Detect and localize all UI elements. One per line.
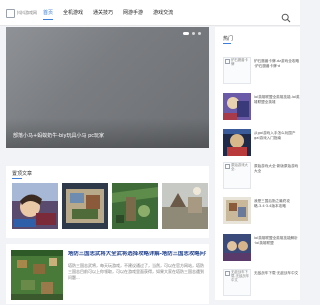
article-title[interactable]: 塔防三国志武将大全武将选择攻略详解-塔防三国志攻略问答 bbox=[68, 251, 206, 258]
hot-sidebar: 热门 炉石魔兽卡牌 炉石魔兽卡牌-dz游戏全攻略·炉石魔兽卡牌·d lol英雄联… bbox=[215, 27, 300, 300]
broken-image-icon bbox=[225, 59, 230, 64]
game-art-image bbox=[162, 183, 208, 229]
sidebar-item[interactable]: lol英雄联盟全英雄技能解析·lol英雄联盟 bbox=[223, 234, 301, 270]
carousel-dot-3[interactable] bbox=[198, 32, 201, 35]
sidebar-heading: 热门 bbox=[223, 36, 234, 44]
sidebar-item-title[interactable]: lol英雄联盟全英雄技能解析·lol英雄联盟 bbox=[254, 236, 300, 247]
sidebar-item-image[interactable]: 炉石魔兽卡牌 bbox=[223, 57, 251, 84]
recommended-thumb-1[interactable] bbox=[12, 183, 58, 229]
sidebar-item[interactable]: 原始游戏大全- 原始游戏大全·新版原始游戏大全 bbox=[223, 162, 301, 198]
sidebar-item-image[interactable] bbox=[223, 234, 251, 261]
recommended-thumb-4[interactable] bbox=[162, 183, 208, 229]
site-logo-text: 抖抖游戏网 bbox=[17, 10, 37, 15]
broken-image-icon bbox=[6, 8, 15, 18]
sidebar-item-image[interactable] bbox=[223, 197, 251, 224]
carousel-dot-1[interactable] bbox=[183, 32, 189, 35]
sidebar-item-title[interactable]: lol英雄联盟全英雄技能-lol英雄联盟全英雄 bbox=[254, 95, 300, 106]
sidebar-item-title[interactable]: 无敌战车下载·无敌战车中文 bbox=[254, 271, 300, 276]
sidebar-item-image[interactable] bbox=[223, 93, 251, 120]
broken-image-icon bbox=[225, 164, 230, 169]
image-alt-text: 无敌战车下载-无敌战车中文 bbox=[231, 270, 250, 282]
image-alt-text: 炉石魔兽卡牌 bbox=[231, 58, 248, 66]
carousel-dot-2[interactable] bbox=[192, 32, 195, 35]
game-art-image bbox=[223, 93, 251, 120]
sidebar-item-image[interactable]: 无敌战车下载-无敌战车中文 bbox=[223, 269, 251, 296]
sidebar-item-title[interactable]: 原始游戏大全·新版原始游戏大全 bbox=[254, 164, 300, 175]
top-navigation-bar: 抖抖游戏网 首页 全机游戏 通关技巧 网游手游 游戏交流 bbox=[0, 0, 300, 26]
article-card[interactable]: 塔防三国志武将大全武将选择攻略详解-塔防三国志攻略问答 塔防三国志武将，每天玩游… bbox=[6, 244, 209, 304]
search-button[interactable] bbox=[281, 8, 291, 23]
sidebar-item-title[interactable]: 炉石魔兽卡牌-dz游戏全攻略·炉石魔兽卡牌·d bbox=[254, 59, 300, 70]
game-art-image bbox=[223, 234, 251, 261]
carousel-indicators bbox=[183, 32, 201, 35]
sidebar-item-title[interactable]: 从gal游戏入手怎么玩国产gal游戏入门指南 bbox=[254, 131, 300, 142]
search-icon bbox=[281, 13, 291, 23]
site-logo[interactable]: 抖抖游戏网 bbox=[6, 7, 37, 19]
nav-item-game-talk[interactable]: 游戏交流 bbox=[148, 0, 178, 26]
recommended-thumbnails bbox=[12, 183, 208, 229]
article-summary: 塔防三国志武将，每天玩游戏，不建议通过了，当然，可以在官方网站，塔防三国志目前可… bbox=[68, 263, 204, 281]
recommended-section: 置顶文章 bbox=[6, 166, 209, 238]
nav-item-mobile-games[interactable]: 网游手游 bbox=[118, 0, 148, 26]
recommended-heading: 置顶文章 bbox=[12, 171, 33, 179]
sidebar-item-image[interactable] bbox=[223, 129, 251, 156]
hero-caption[interactable]: 部落小马+蚂蚁奶牛-biy玩具小马 pc玩家 bbox=[13, 132, 104, 139]
game-art-image bbox=[223, 197, 251, 224]
sidebar-item-image[interactable]: 原始游戏大全- bbox=[223, 162, 251, 189]
recommended-thumb-3[interactable] bbox=[112, 183, 158, 229]
recommended-thumb-2[interactable] bbox=[62, 183, 108, 229]
hero-carousel[interactable]: 部落小马+蚂蚁奶牛-biy玩具小马 pc玩家 bbox=[6, 27, 209, 148]
sidebar-item[interactable]: lol英雄联盟全英雄技能-lol英雄联盟全英雄 bbox=[223, 93, 301, 129]
sidebar-item[interactable]: 炉石魔兽卡牌 炉石魔兽卡牌-dz游戏全攻略·炉石魔兽卡牌·d bbox=[223, 57, 301, 93]
nav-item-pc-games[interactable]: 全机游戏 bbox=[58, 0, 88, 26]
game-art-image bbox=[112, 183, 158, 229]
nav-item-home[interactable]: 首页 bbox=[38, 0, 58, 26]
game-art-image bbox=[12, 183, 58, 229]
game-art-image bbox=[223, 129, 251, 156]
article-thumbnail[interactable] bbox=[11, 250, 63, 300]
sidebar-item[interactable]: 我是三国后勤之最终攻略-3.4·3.4版本攻略 bbox=[223, 197, 301, 233]
image-alt-text: 原始游戏大全- bbox=[231, 163, 248, 171]
game-art-image bbox=[62, 183, 108, 229]
broken-image-icon bbox=[225, 271, 230, 276]
main-nav: 首页 全机游戏 通关技巧 网游手游 游戏交流 bbox=[38, 0, 178, 26]
sidebar-item-title[interactable]: 我是三国后勤之最终攻略-3.4·3.4版本攻略 bbox=[254, 199, 300, 210]
sidebar-item[interactable]: 从gal游戏入手怎么玩国产gal游戏入门指南 bbox=[223, 129, 301, 165]
nav-item-walkthrough[interactable]: 通关技巧 bbox=[88, 0, 118, 26]
game-screenshot-image bbox=[11, 250, 63, 300]
